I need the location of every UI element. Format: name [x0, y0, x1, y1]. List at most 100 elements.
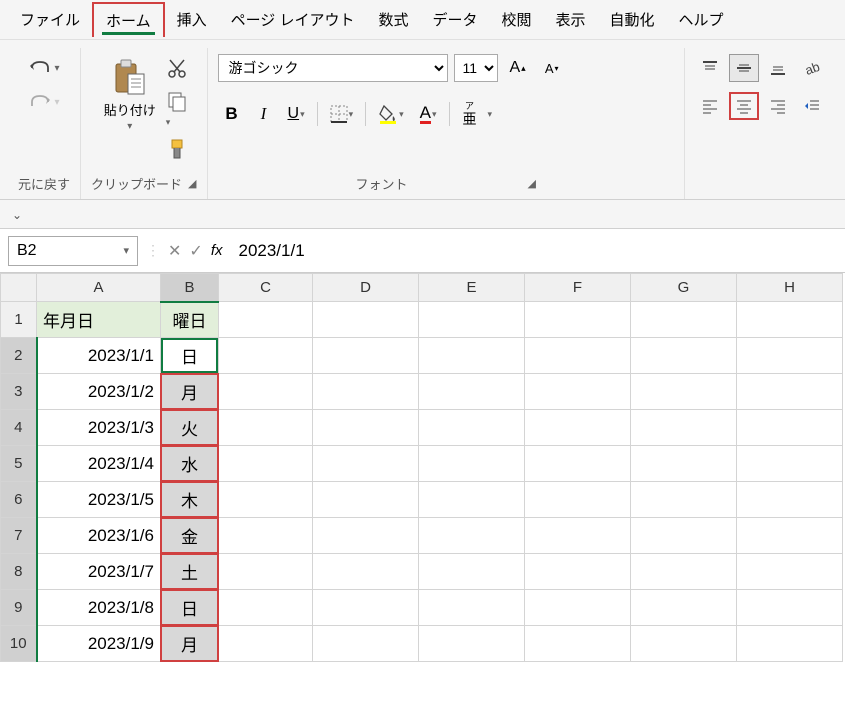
cell-G3[interactable]	[631, 374, 737, 410]
cell-H2[interactable]	[737, 338, 843, 374]
cut-button[interactable]	[166, 58, 188, 80]
cell-A1[interactable]: 年月日	[37, 302, 161, 338]
cell-A4[interactable]: 2023/1/3	[37, 410, 161, 446]
menu-formulas[interactable]: 数式	[366, 3, 420, 36]
decrease-font-button[interactable]: A▾	[538, 57, 566, 80]
cell-F10[interactable]	[525, 626, 631, 662]
cell-G8[interactable]	[631, 554, 737, 590]
cell-G7[interactable]	[631, 518, 737, 554]
font-size-select[interactable]: 11	[454, 54, 498, 82]
redo-button[interactable]: ▾	[24, 88, 63, 116]
cell-B5[interactable]: 水	[161, 446, 219, 482]
cell-C2[interactable]	[219, 338, 313, 374]
align-left-button[interactable]	[695, 92, 725, 120]
select-all-corner[interactable]	[1, 274, 37, 302]
row-header-3[interactable]: 3	[1, 374, 37, 410]
cell-H10[interactable]	[737, 626, 843, 662]
align-top-button[interactable]	[695, 54, 725, 82]
row-header-4[interactable]: 4	[1, 410, 37, 446]
cell-A8[interactable]: 2023/1/7	[37, 554, 161, 590]
cell-B4[interactable]: 火	[161, 410, 219, 446]
cell-D2[interactable]	[313, 338, 419, 374]
cell-E4[interactable]	[419, 410, 525, 446]
cell-D9[interactable]	[313, 590, 419, 626]
cell-F7[interactable]	[525, 518, 631, 554]
col-header-D[interactable]: D	[313, 274, 419, 302]
formula-input[interactable]	[230, 237, 837, 265]
cell-F1[interactable]	[525, 302, 631, 338]
cell-A10[interactable]: 2023/1/9	[37, 626, 161, 662]
row-header-9[interactable]: 9	[1, 590, 37, 626]
cell-H7[interactable]	[737, 518, 843, 554]
align-middle-button[interactable]	[729, 54, 759, 82]
menu-file[interactable]: ファイル	[8, 3, 92, 36]
menu-insert[interactable]: 挿入	[165, 3, 219, 36]
cell-F2[interactable]	[525, 338, 631, 374]
menu-help[interactable]: ヘルプ	[667, 3, 736, 36]
decrease-indent-button[interactable]	[797, 92, 827, 120]
cell-H4[interactable]	[737, 410, 843, 446]
copy-button[interactable]: ▾	[166, 90, 188, 128]
cell-C1[interactable]	[219, 302, 313, 338]
cell-G5[interactable]	[631, 446, 737, 482]
cell-D5[interactable]	[313, 446, 419, 482]
col-header-A[interactable]: A	[37, 274, 161, 302]
menu-home[interactable]: ホーム	[92, 2, 165, 37]
cell-G9[interactable]	[631, 590, 737, 626]
align-center-button[interactable]	[729, 92, 759, 120]
font-family-select[interactable]: 游ゴシック	[218, 54, 448, 82]
spreadsheet-grid[interactable]: A B C D E F G H 1 年月日 曜日 2 2023/1/1 日 3 …	[0, 273, 845, 662]
col-header-H[interactable]: H	[737, 274, 843, 302]
format-painter-button[interactable]	[166, 138, 188, 160]
cell-F3[interactable]	[525, 374, 631, 410]
cell-B3[interactable]: 月	[161, 374, 219, 410]
increase-font-button[interactable]: A▴	[504, 55, 532, 81]
cell-B9[interactable]: 日	[161, 590, 219, 626]
fill-color-button[interactable]: ▾	[372, 100, 410, 128]
row-header-7[interactable]: 7	[1, 518, 37, 554]
align-right-button[interactable]	[763, 92, 793, 120]
menu-review[interactable]: 校閲	[490, 3, 544, 36]
col-header-B[interactable]: B	[161, 274, 219, 302]
cell-E3[interactable]	[419, 374, 525, 410]
cell-B2[interactable]: 日	[161, 338, 219, 374]
undo-button[interactable]: ▾	[24, 54, 63, 82]
clipboard-launcher[interactable]: ◢	[188, 177, 196, 190]
cell-B6[interactable]: 木	[161, 482, 219, 518]
font-launcher[interactable]: ◢	[528, 177, 536, 190]
cell-G10[interactable]	[631, 626, 737, 662]
cell-D4[interactable]	[313, 410, 419, 446]
col-header-G[interactable]: G	[631, 274, 737, 302]
cell-B1[interactable]: 曜日	[161, 302, 219, 338]
menu-view[interactable]: 表示	[544, 3, 598, 36]
cell-A9[interactable]: 2023/1/8	[37, 590, 161, 626]
cell-C4[interactable]	[219, 410, 313, 446]
cell-E8[interactable]	[419, 554, 525, 590]
border-button[interactable]: ▾	[324, 101, 360, 127]
cell-G4[interactable]	[631, 410, 737, 446]
cell-C10[interactable]	[219, 626, 313, 662]
cell-D1[interactable]	[313, 302, 419, 338]
cell-H5[interactable]	[737, 446, 843, 482]
cell-C3[interactable]	[219, 374, 313, 410]
cell-B8[interactable]: 土	[161, 554, 219, 590]
cell-G1[interactable]	[631, 302, 737, 338]
col-header-E[interactable]: E	[419, 274, 525, 302]
cell-A2[interactable]: 2023/1/1	[37, 338, 161, 374]
cell-E7[interactable]	[419, 518, 525, 554]
cell-H1[interactable]	[737, 302, 843, 338]
cell-E6[interactable]	[419, 482, 525, 518]
row-header-2[interactable]: 2	[1, 338, 37, 374]
cell-D10[interactable]	[313, 626, 419, 662]
col-header-F[interactable]: F	[525, 274, 631, 302]
cell-C5[interactable]	[219, 446, 313, 482]
cell-G6[interactable]	[631, 482, 737, 518]
row-header-5[interactable]: 5	[1, 446, 37, 482]
fx-icon[interactable]: fx	[211, 242, 223, 259]
cell-B7[interactable]: 金	[161, 518, 219, 554]
cell-H3[interactable]	[737, 374, 843, 410]
cell-E5[interactable]	[419, 446, 525, 482]
cell-F5[interactable]	[525, 446, 631, 482]
cell-E1[interactable]	[419, 302, 525, 338]
italic-button[interactable]: I	[250, 100, 278, 128]
